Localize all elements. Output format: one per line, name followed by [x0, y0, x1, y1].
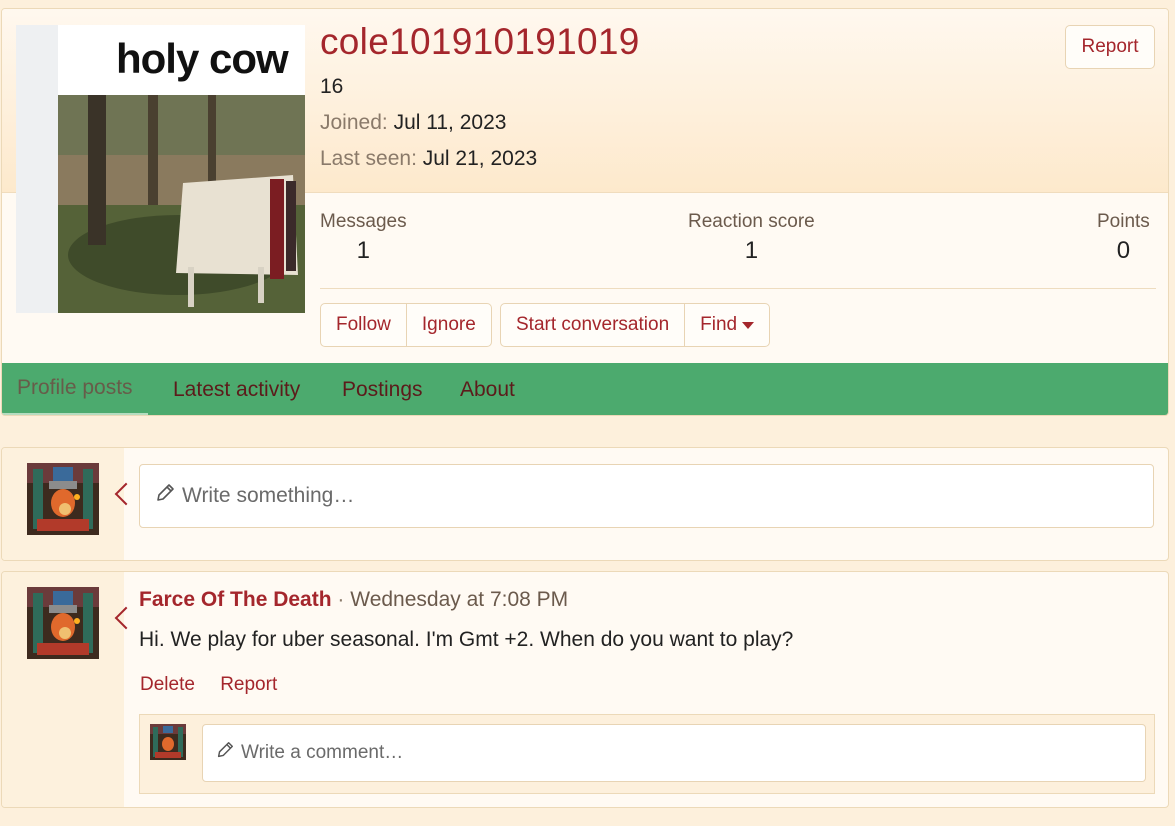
write-something-input[interactable]: Write something…	[139, 464, 1154, 528]
report-profile-button[interactable]: Report	[1065, 25, 1155, 69]
profile-post: Farce Of The Death · Wednesday at 7:08 P…	[1, 571, 1169, 808]
meta-separator: ·	[337, 588, 345, 611]
start-conversation-button[interactable]: Start conversation	[501, 304, 686, 346]
post-author-link[interactable]: Farce Of The Death	[139, 588, 332, 611]
profile-stats: Messages 1 Reaction score 1 Points 0	[320, 205, 1156, 289]
tab-about[interactable]: About	[460, 363, 515, 415]
avatar-photo	[58, 95, 305, 313]
ignore-button[interactable]: Ignore	[407, 304, 491, 346]
stat-label: Points	[1097, 211, 1150, 232]
write-comment-placeholder: Write a comment…	[241, 742, 404, 763]
follow-button[interactable]: Follow	[321, 304, 407, 346]
charmander-avatar-image	[27, 587, 99, 659]
joined-value: Jul 11, 2023	[393, 111, 507, 134]
profile-username[interactable]: cole101910191019	[320, 21, 640, 63]
caret-down-icon	[742, 321, 755, 329]
pencil-icon	[215, 740, 235, 766]
current-user-avatar[interactable]	[27, 463, 99, 535]
post-timestamp[interactable]: Wednesday at 7:08 PM	[350, 588, 568, 611]
post-actions: Delete Report	[140, 674, 297, 696]
post-meta: Farce Of The Death · Wednesday at 7:08 P…	[139, 588, 568, 612]
profile-header: holy cow cole101910191019 16 Joined: Jul…	[1, 8, 1169, 416]
tab-latest-activity[interactable]: Latest activity	[173, 363, 300, 415]
stat-value: 1	[744, 237, 759, 264]
joined-label: Joined:	[320, 111, 388, 134]
profile-tabs: Profile posts Latest activity Postings A…	[2, 363, 1168, 415]
last-seen-value: Jul 21, 2023	[422, 147, 538, 170]
stat-label: Reaction score	[688, 211, 815, 232]
comment-user-avatar[interactable]	[150, 724, 186, 760]
conversation-find-group: Start conversation Find	[500, 303, 771, 347]
last-seen-label: Last seen:	[320, 147, 417, 170]
post-author-avatar[interactable]	[27, 587, 99, 659]
report-post-link[interactable]: Report	[220, 674, 277, 695]
stat-label: Messages	[320, 211, 407, 232]
find-label: Find	[700, 314, 738, 335]
charmander-avatar-image	[27, 463, 99, 535]
joined-line: Joined: Jul 11, 2023	[320, 111, 506, 135]
comment-area: Write a comment…	[139, 714, 1155, 794]
stat-value: 1	[356, 237, 370, 264]
write-something-placeholder: Write something…	[182, 484, 355, 507]
profile-post-composer: Write something…	[1, 447, 1169, 561]
post-body: Hi. We play for uber seasonal. I'm Gmt +…	[139, 628, 794, 651]
charmander-avatar-image	[150, 724, 186, 760]
avatar-margin	[16, 25, 58, 313]
stat-messages[interactable]: Messages 1	[320, 211, 407, 265]
tab-profile-posts[interactable]: Profile posts	[2, 363, 148, 415]
profile-avatar[interactable]: holy cow	[16, 25, 305, 313]
avatar-caption: holy cow	[116, 35, 289, 82]
pencil-icon	[154, 482, 176, 510]
stat-points[interactable]: Points 0	[1097, 211, 1150, 265]
stat-value: 0	[1116, 237, 1131, 264]
write-comment-input[interactable]: Write a comment…	[202, 724, 1146, 782]
tab-postings[interactable]: Postings	[342, 363, 423, 415]
find-menu-button[interactable]: Find	[685, 304, 769, 346]
stat-reaction-score[interactable]: Reaction score 1	[688, 211, 815, 265]
last-seen-line: Last seen: Jul 21, 2023	[320, 147, 537, 171]
follow-ignore-group: Follow Ignore	[320, 303, 492, 347]
delete-post-link[interactable]: Delete	[140, 674, 195, 695]
user-title: 16	[320, 75, 344, 98]
